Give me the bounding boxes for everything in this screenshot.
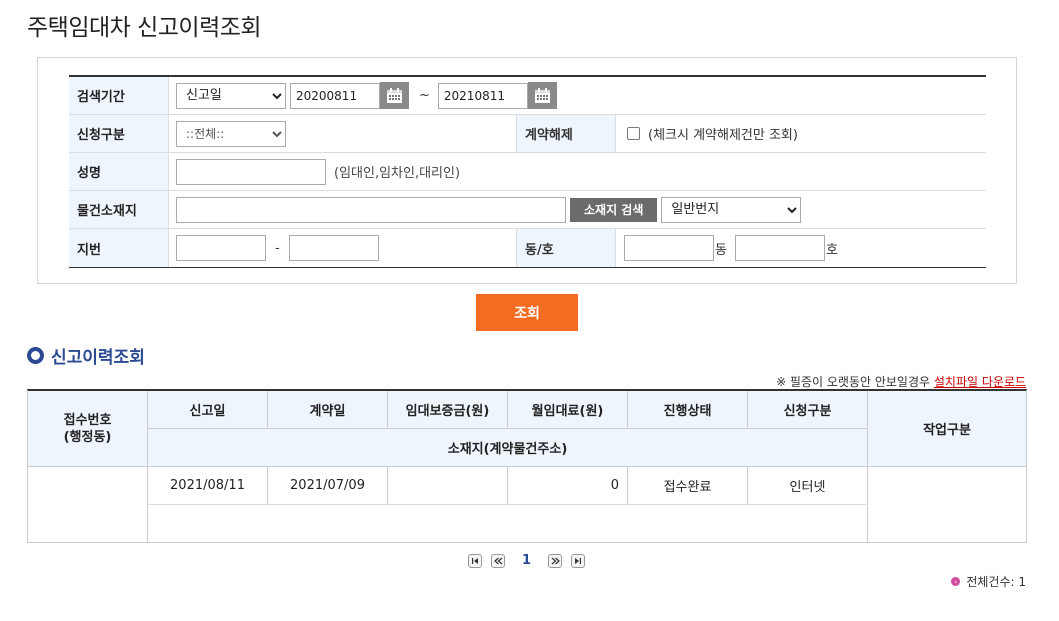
lot-type-select[interactable]: 일반번지 (661, 196, 802, 223)
header-work: 작업구분 (868, 391, 1026, 467)
row-address: 물건소재지 소재지 검색 일반번지 (69, 191, 986, 229)
dong-suffix: 동 (715, 242, 727, 258)
row-search-period: 검색기간 신고일 ~ (69, 77, 986, 115)
ho-input[interactable] (734, 235, 825, 261)
termination-checkbox[interactable] (627, 127, 640, 140)
header-address: 소재지(계약물건주소) (148, 429, 868, 467)
search-period-label: 검색기간 (69, 77, 169, 114)
download-notice: ※ 필증이 오랫동안 안보일경우 설치파일 다운로드 (776, 373, 1026, 390)
cell-report-date: 2021/08/11 (148, 467, 268, 505)
first-page-icon[interactable] (468, 553, 482, 568)
termination-label: 계약해제 (516, 115, 616, 152)
dong-input[interactable] (624, 235, 714, 261)
address-input[interactable] (176, 196, 566, 223)
prev-page-icon[interactable] (491, 553, 505, 568)
termination-hint: (체크시 계약해제건만 조회) (648, 128, 798, 143)
header-receipt-no-sub: (행정동) (63, 429, 112, 445)
page-title: 주택임대차 신고이력조회 (27, 15, 262, 41)
last-page-icon[interactable] (571, 553, 586, 568)
search-panel: 검색기간 신고일 ~ 신청구분 ::전체:: (37, 57, 1017, 284)
result-table: 접수번호 (행정동) 신고일 계약일 임대보증금(원) 월임대료(원) 진행상태… (27, 389, 1027, 543)
section-title: 신고이력조회 (51, 348, 145, 368)
ho-suffix: 호 (825, 242, 838, 258)
section-header: 신고이력조회 (27, 343, 145, 368)
date-from-input[interactable] (290, 82, 380, 109)
apply-type-select[interactable]: ::전체:: (176, 120, 286, 147)
date-to-input[interactable] (437, 82, 528, 109)
pagination: 1 (468, 553, 586, 568)
lot-dash: - (275, 240, 280, 256)
search-form: 검색기간 신고일 ~ 신청구분 ::전체:: (69, 75, 986, 268)
cell-monthly-rent: 0 (508, 467, 628, 505)
cell-status: 접수완료 (628, 467, 748, 505)
header-status: 진행상태 (628, 391, 748, 429)
notice-text: ※ 필증이 오랫동안 안보일경우 (776, 375, 934, 389)
cell-contract-date: 2021/07/09 (268, 467, 388, 505)
bullet-arrow-icon: › (951, 577, 961, 586)
name-hint: (임대인,임차인,대리인) (334, 166, 461, 181)
total-count-text: 전체건수: 1 (966, 575, 1026, 589)
cell-address (148, 505, 868, 543)
address-search-button[interactable]: 소재지 검색 (570, 197, 658, 222)
header-contract-date: 계약일 (268, 391, 388, 429)
header-report-date: 신고일 (148, 391, 268, 429)
cell-apply-type: 인터넷 (748, 467, 868, 505)
calendar-icon[interactable] (380, 82, 409, 109)
lot-sub-input[interactable] (288, 235, 379, 261)
download-installer-link[interactable]: 설치파일 다운로드 (934, 375, 1026, 389)
row-lot: 지번 - 동/호 동 호 (69, 229, 986, 267)
header-monthly-rent: 월임대료(원) (508, 391, 628, 429)
cell-receipt-no[interactable] (28, 467, 148, 543)
query-button[interactable]: 조회 (476, 294, 578, 331)
next-page-icon[interactable] (548, 553, 563, 568)
date-range-separator: ~ (419, 88, 430, 103)
header-deposit: 임대보증금(원) (388, 391, 508, 429)
cell-work[interactable] (868, 467, 1026, 543)
circle-bullet-icon (27, 347, 44, 364)
total-count: › 전체건수: 1 (951, 573, 1026, 590)
row-apply-type: 신청구분 ::전체:: 계약해제 (체크시 계약해제건만 조회) (69, 115, 986, 153)
lot-label: 지번 (69, 229, 169, 267)
page-number-current[interactable]: 1 (522, 553, 531, 568)
calendar-icon[interactable] (527, 82, 557, 109)
cell-deposit (388, 467, 508, 505)
name-label: 성명 (69, 153, 169, 190)
dongho-label: 동/호 (516, 229, 616, 267)
name-input[interactable] (176, 158, 326, 185)
header-receipt-no-text: 접수번호 (63, 412, 112, 428)
header-receipt-no: 접수번호 (행정동) (28, 391, 148, 467)
apply-type-label: 신청구분 (69, 115, 169, 152)
date-type-select[interactable]: 신고일 (176, 82, 286, 109)
header-apply-type: 신청구분 (748, 391, 868, 429)
lot-main-input[interactable] (176, 235, 266, 261)
address-label: 물건소재지 (69, 191, 169, 228)
row-name: 성명 (임대인,임차인,대리인) (69, 153, 986, 191)
